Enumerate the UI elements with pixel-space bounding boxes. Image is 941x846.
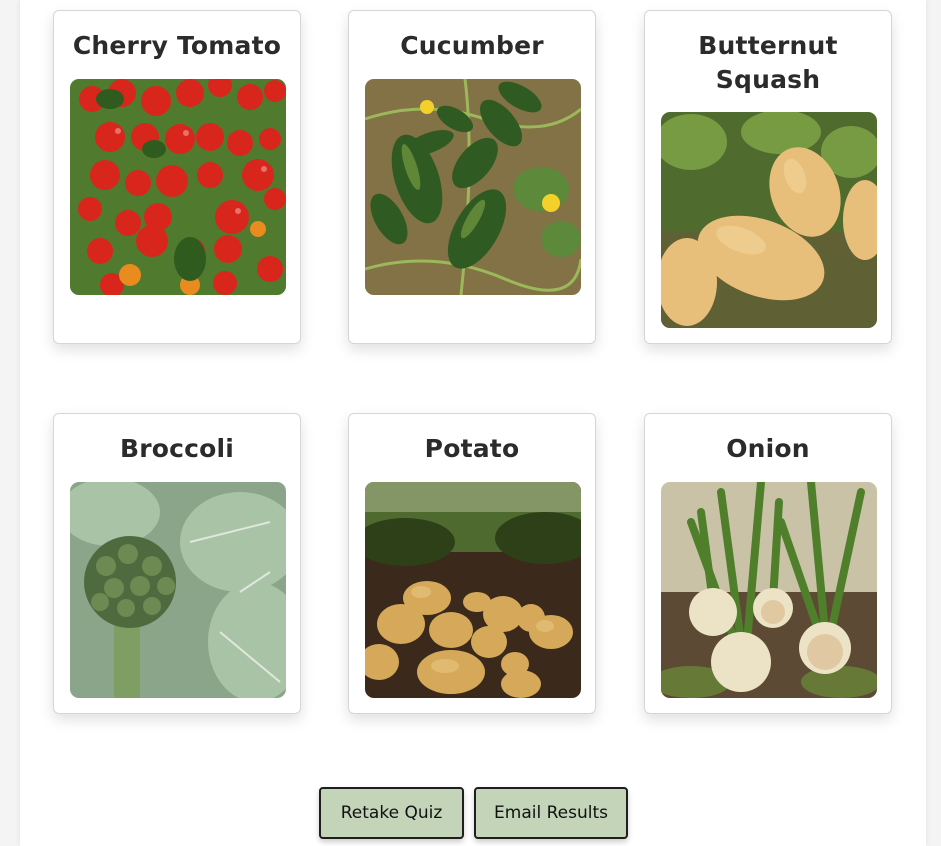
email-results-button[interactable]: Email Results [474,787,628,839]
vegetable-card-title: Cucumber [400,31,544,60]
vegetable-card-title: Broccoli [119,434,235,463]
vegetable-card-butternut-squash[interactable]: Butternut Squash [644,10,892,344]
vegetable-card-cucumber[interactable]: Cucumber [348,10,596,344]
results-page: Cherry Tomato Cucumber Butternut Squash … [20,0,926,846]
vegetable-card-potato[interactable]: Potato [348,413,596,714]
butternut-squash-image [661,112,877,328]
vegetable-card-cherry-tomato[interactable]: Cherry Tomato [53,10,301,344]
vegetable-card-title: Potato [424,434,520,463]
retake-quiz-button[interactable]: Retake Quiz [319,787,464,839]
onion-image [661,482,877,698]
vegetable-card-onion[interactable]: Onion [644,413,892,714]
vegetable-card-title: Onion [726,434,810,463]
vegetable-card-title: Butternut Squash [698,31,838,94]
cherry-tomato-image [70,79,286,295]
vegetable-card-title: Cherry Tomato [72,31,282,60]
vegetable-card-broccoli[interactable]: Broccoli [53,413,301,714]
cucumber-image [365,79,581,295]
potato-image [365,482,581,698]
broccoli-image [70,482,286,698]
